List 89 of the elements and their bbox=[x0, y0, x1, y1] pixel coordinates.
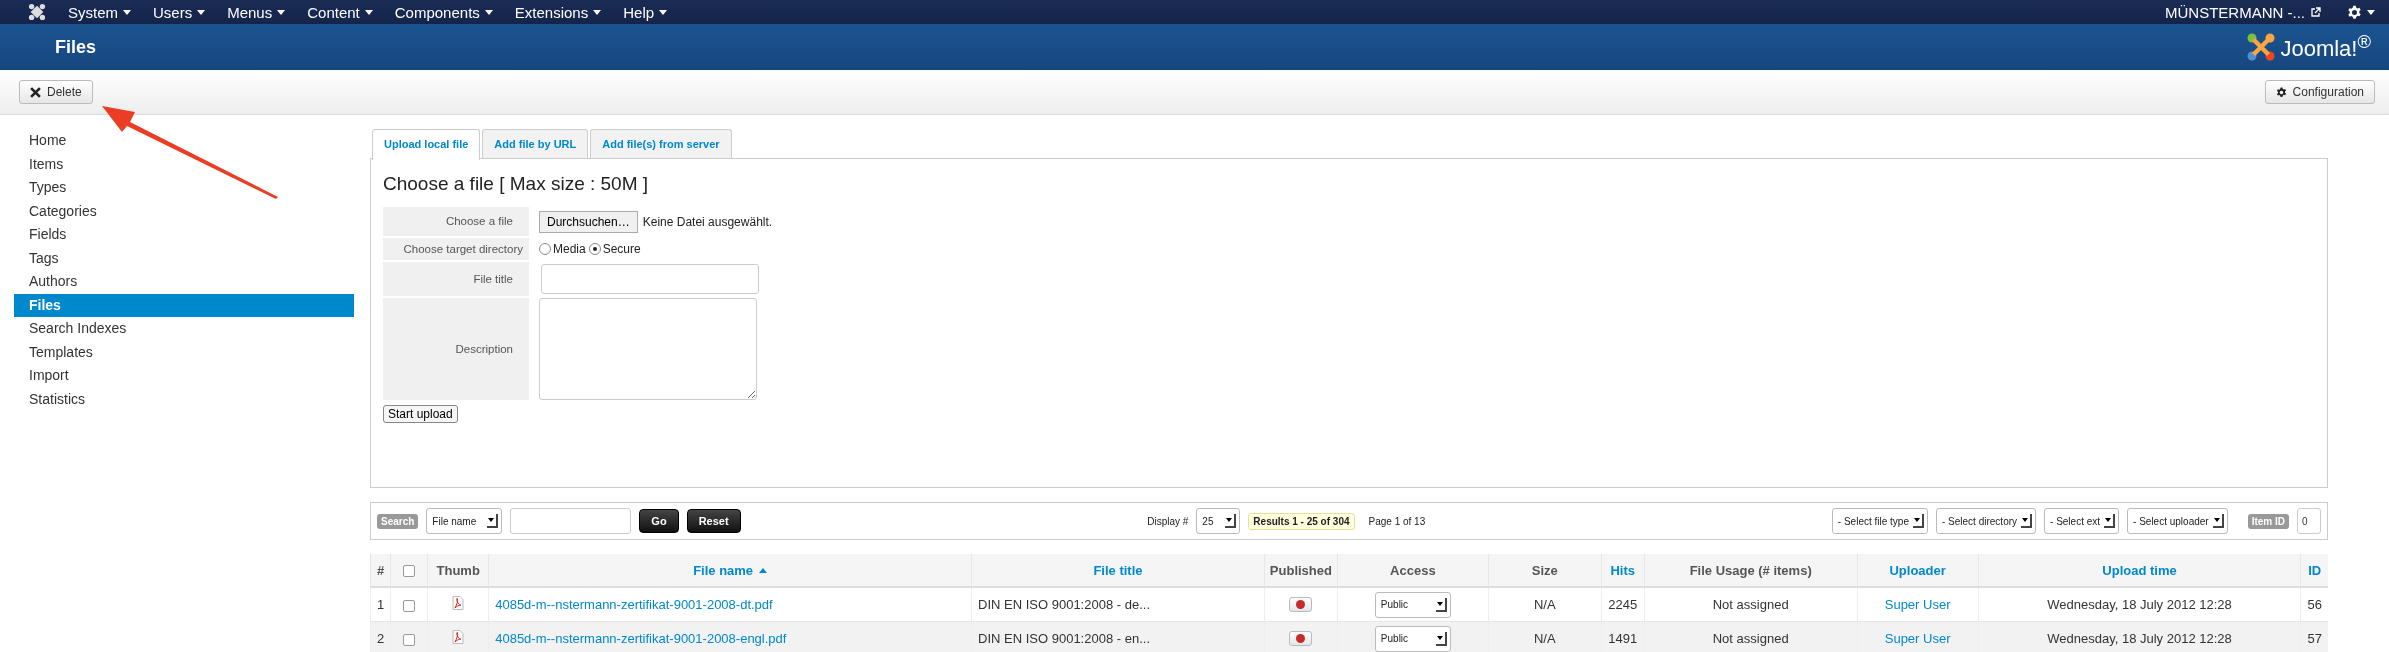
display-label: Display # bbox=[1147, 515, 1189, 527]
joomla-logo-text: Joomla!$^{®}$ bbox=[2280, 31, 2371, 63]
item-id-label: Item ID bbox=[2247, 513, 2289, 529]
external-link-icon bbox=[2311, 7, 2321, 17]
table-cell: 57 bbox=[2300, 621, 2328, 652]
page-title: Files bbox=[55, 36, 97, 58]
user-menu[interactable]: MÜNSTERMANN -... bbox=[2165, 3, 2305, 21]
sidebar-item[interactable]: Import bbox=[14, 364, 354, 388]
sortable-column-header[interactable]: File title bbox=[1093, 562, 1143, 578]
joomla-logo-icon bbox=[2246, 32, 2277, 62]
radio-label: Media bbox=[553, 242, 586, 256]
table-cell: DIN EN ISO 9001:2008 - en... bbox=[971, 621, 1265, 652]
menu-item[interactable]: Users bbox=[153, 3, 206, 21]
radio-button[interactable] bbox=[588, 243, 601, 255]
go-button[interactable]: Go bbox=[639, 509, 679, 533]
search-field[interactable] bbox=[510, 508, 632, 534]
sidebar-item[interactable]: Tags bbox=[14, 246, 354, 270]
column-header: File Usage (# items) bbox=[1689, 562, 1812, 578]
menu-item[interactable]: Help bbox=[623, 3, 668, 21]
unpublished-toggle[interactable] bbox=[1289, 597, 1313, 612]
sidebar-item[interactable]: Fields bbox=[14, 223, 354, 247]
page-count: Page 1 of 13 bbox=[1368, 515, 1426, 527]
table-cell: 2 bbox=[370, 621, 391, 652]
sortable-column-header[interactable]: File name bbox=[693, 562, 768, 578]
tab[interactable]: Add file by URL bbox=[482, 129, 589, 158]
sidebar-item[interactable]: Items bbox=[14, 152, 354, 176]
menu-item[interactable]: Extensions bbox=[514, 3, 602, 21]
settings-icon bbox=[2275, 86, 2287, 98]
pdf-file-icon bbox=[452, 596, 465, 610]
search-field-select[interactable]: File name bbox=[426, 508, 503, 534]
no-file-text: Keine Datei ausgewählt. bbox=[642, 214, 773, 229]
field-label: Choose a file bbox=[383, 207, 529, 236]
filter-select[interactable]: - Select uploader bbox=[2127, 508, 2228, 534]
access-select[interactable]: Public bbox=[1374, 625, 1451, 652]
column-header: Access bbox=[1390, 562, 1436, 578]
select-all-checkbox[interactable] bbox=[403, 565, 416, 578]
field-label: Description bbox=[383, 298, 529, 400]
search-label: Search bbox=[377, 513, 419, 529]
sidebar-item[interactable]: Authors bbox=[14, 270, 354, 294]
item-id-field[interactable]: 0 bbox=[2297, 508, 2321, 534]
start-upload-button[interactable]: Start upload bbox=[383, 405, 458, 423]
menu-item[interactable]: Components bbox=[394, 3, 493, 21]
table-cell: Not assigned bbox=[1644, 621, 1858, 652]
browse-button[interactable]: Durchsuchen… bbox=[539, 210, 638, 233]
row-checkbox[interactable] bbox=[403, 633, 416, 646]
sidebar-item[interactable]: Files bbox=[14, 293, 354, 317]
unpublished-toggle[interactable] bbox=[1289, 631, 1313, 646]
radio-button[interactable] bbox=[539, 243, 551, 255]
form-heading: Choose a file [ Max size : 50M ] bbox=[383, 173, 650, 195]
table-cell: 1491 bbox=[1601, 621, 1645, 652]
menu-item[interactable]: Content bbox=[307, 3, 373, 21]
results-count: Results 1 - 25 of 304 bbox=[1248, 512, 1355, 530]
row-checkbox[interactable] bbox=[403, 599, 416, 612]
field-label: File title bbox=[383, 262, 529, 296]
column-header: # bbox=[377, 562, 385, 578]
access-select[interactable]: Public bbox=[1374, 591, 1451, 618]
sidebar-item[interactable]: Statistics bbox=[14, 387, 354, 411]
tab[interactable]: Upload local file bbox=[372, 129, 481, 160]
filter-select[interactable]: - Select directory bbox=[1936, 508, 2037, 534]
close-icon bbox=[30, 86, 41, 98]
pdf-file-icon bbox=[452, 630, 465, 644]
field-label: Choose target directory bbox=[383, 238, 529, 260]
menu-item[interactable]: System bbox=[68, 3, 131, 21]
configuration-button[interactable]: Configuration bbox=[2264, 80, 2375, 104]
tab[interactable]: Add file(s) from server bbox=[590, 129, 732, 158]
settings-icon[interactable] bbox=[2347, 4, 2362, 20]
radio-label: Secure bbox=[602, 242, 641, 256]
display-select[interactable]: 25 bbox=[1196, 508, 1241, 534]
file-link[interactable]: 4085d-m--nstermann-zertifikat-9001-2008-dt.pdf bbox=[495, 597, 773, 612]
menu-item[interactable]: Menus bbox=[227, 3, 286, 21]
description-field[interactable] bbox=[539, 298, 757, 400]
sidebar-item[interactable]: Home bbox=[14, 129, 354, 153]
file-title-field[interactable] bbox=[541, 264, 759, 294]
sidebar-item[interactable]: Templates bbox=[14, 340, 354, 364]
sortable-column-header[interactable]: Upload time bbox=[2102, 562, 2177, 578]
reset-button[interactable]: Reset bbox=[686, 509, 741, 533]
column-header: Size bbox=[1531, 562, 1558, 578]
uploader-link[interactable]: Super User bbox=[1884, 597, 1951, 612]
table-cell: N/A bbox=[1488, 621, 1602, 652]
delete-button[interactable]: Delete bbox=[19, 80, 93, 104]
sidebar-item[interactable]: Types bbox=[14, 176, 354, 200]
sidebar-item[interactable]: Categories bbox=[14, 199, 354, 223]
filter-select[interactable]: - Select file type bbox=[1831, 508, 1928, 534]
column-header: Published bbox=[1269, 562, 1332, 578]
joomla-logo-icon[interactable] bbox=[28, 3, 46, 21]
filter-select[interactable]: - Select ext bbox=[2044, 508, 2120, 534]
sidebar-item[interactable]: Search Indexes bbox=[14, 317, 354, 341]
column-header: Thumb bbox=[436, 562, 480, 578]
table-cell: Wednesday, 18 July 2012 12:28 bbox=[1978, 621, 2301, 652]
